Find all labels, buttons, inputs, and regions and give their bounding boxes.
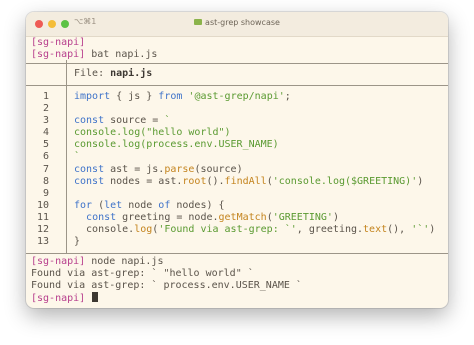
bat-header: File: napi.js	[26, 63, 448, 85]
window-title-text: ast-grep showcase	[205, 18, 280, 27]
line-number: 7	[42, 163, 49, 175]
line-number: 12	[36, 224, 49, 236]
prompt-line: [sg-napi]	[26, 292, 448, 304]
prompt: [sg-napi]	[31, 37, 86, 48]
terminal-window: ⌥⌘1 ast-grep showcase [sg-napi] [sg-napi…	[26, 12, 448, 308]
code-line: 10 for (let node of nodes) {	[26, 200, 448, 212]
file-label: File:	[74, 68, 111, 79]
window-title: ast-grep showcase	[26, 18, 448, 27]
prompt: [sg-napi]	[31, 256, 86, 267]
line-number: 6	[42, 151, 49, 163]
run-output: [sg-napi] node napi.js Found via ast-gre…	[26, 256, 448, 304]
code-line: 2	[26, 103, 448, 115]
divider	[26, 253, 448, 255]
command: node napi.js	[91, 256, 164, 267]
bat-output: File: napi.js 1 import { js } from '@ast-…	[26, 60, 448, 255]
line-number: 5	[42, 139, 49, 151]
folder-icon	[194, 19, 203, 25]
line-number: 2	[42, 103, 49, 115]
terminal-content[interactable]: [sg-napi] [sg-napi] bat napi.js File: na…	[26, 37, 448, 308]
code-line: 12 console.log('Found via ast-grep: `', …	[26, 224, 448, 236]
code-listing: 1 import { js } from '@ast-grep/napi'; 2 …	[26, 85, 448, 254]
line-number: 11	[36, 211, 49, 223]
line-number: 9	[42, 187, 49, 199]
line-number: 1	[42, 91, 49, 102]
code-line: 1 import { js } from '@ast-grep/napi';	[26, 91, 448, 103]
line-number: 13	[36, 236, 49, 248]
code-line: 13}	[26, 236, 448, 248]
output-line: Found via ast-grep: ` process.env.USER_N…	[31, 280, 302, 291]
code-line: 4 console.log("hello world")	[26, 127, 448, 139]
prompt-line: [sg-napi] bat napi.js	[26, 49, 448, 61]
prompt: [sg-napi]	[31, 293, 86, 304]
command: bat napi.js	[91, 49, 158, 60]
text-cursor[interactable]	[92, 292, 99, 302]
line-number: 8	[42, 175, 49, 187]
output-line: Found via ast-grep: ` "hello world" `	[31, 268, 254, 279]
code-line: 7 const ast = js.parse(source)	[26, 164, 448, 176]
prompt: [sg-napi]	[31, 49, 86, 60]
title-bar: ⌥⌘1 ast-grep showcase	[26, 12, 448, 37]
line-number: 3	[42, 115, 49, 127]
code-line: 6 `	[26, 151, 448, 163]
prompt-line: [sg-napi]	[26, 37, 448, 49]
file-name: napi.js	[110, 68, 153, 79]
prompt-line: [sg-napi] node napi.js	[26, 256, 448, 268]
line-number: 4	[42, 127, 49, 139]
code-line: 8 const nodes = ast.root().findAll('conso…	[26, 176, 448, 188]
code-line: 9	[26, 188, 448, 200]
code-line: 3 const source = `	[26, 115, 448, 127]
line-number: 10	[36, 199, 49, 211]
code-line: 11 const greeting = node.getMatch('GREET…	[26, 212, 448, 224]
code-line: 5 console.log(process.env.USER_NAME)	[26, 139, 448, 151]
